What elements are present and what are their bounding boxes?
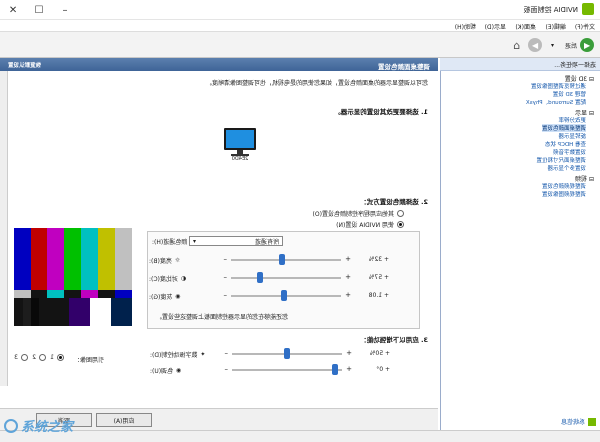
reference-option-2[interactable]: 2 bbox=[32, 354, 46, 361]
tree-item-video-image[interactable]: 调整视频图像设置 bbox=[542, 190, 586, 198]
sun-icon: ☼ bbox=[174, 257, 181, 264]
back-arrow-icon: ◀ bbox=[580, 38, 594, 52]
tree-item-surround[interactable]: 配置 Surround、PhysX bbox=[526, 98, 586, 106]
tree-item-video-color[interactable]: 调整视频颜色设置 bbox=[542, 182, 586, 190]
back-button[interactable]: ◀ 后退 bbox=[565, 37, 594, 53]
vertical-scrollbar[interactable] bbox=[0, 71, 8, 386]
section-2-title: 2. 选择颜色设置方式： bbox=[360, 198, 428, 206]
vibrance-label: 数字振动控制(D): bbox=[150, 352, 198, 359]
contrast-label: 对比度(C): bbox=[149, 276, 178, 283]
brightness-slider[interactable] bbox=[279, 254, 285, 265]
status-bar bbox=[0, 430, 600, 442]
hue-slider[interactable] bbox=[332, 364, 338, 375]
tree-item-resolution[interactable]: 更改分辨率 bbox=[558, 116, 586, 124]
tree-item-desktop-size[interactable]: 调整桌面尺寸和位置 bbox=[536, 156, 586, 164]
forward-arrow-icon: ▶ bbox=[528, 38, 542, 52]
maximize-button[interactable]: ☐ bbox=[26, 0, 52, 20]
gamma-value: + 1.08 bbox=[368, 292, 389, 299]
reference-option-1[interactable]: 1 bbox=[50, 354, 64, 361]
contrast-row: ◐ 对比度(C): + 57% + – bbox=[149, 272, 389, 283]
minimize-button[interactable]: – bbox=[52, 0, 78, 20]
window-title: NVIDIA 控制面板 bbox=[523, 6, 578, 14]
section-1-title: 1. 选择要更改其设置的显示器。 bbox=[334, 108, 428, 116]
intro-text: 您可以调整显示器的桌面颜色设置，如果您使用的是电视机，也可调整图像清晰度。 bbox=[205, 80, 428, 87]
page-title: 调整桌面颜色设置 恢复默认设置 bbox=[0, 58, 438, 71]
color-test-pattern bbox=[14, 228, 132, 326]
brightness-value: + 32% bbox=[368, 256, 389, 263]
toolbar: ◀ 后退 ▾ ▶ ⌂ bbox=[0, 32, 600, 58]
back-label: 后退 bbox=[564, 42, 577, 50]
menu-edit[interactable]: 编辑(E) bbox=[546, 22, 566, 31]
radio-other-apps[interactable]: 其他应用程序控制颜色设置(O) bbox=[313, 209, 404, 218]
vibrance-value: + 50% bbox=[369, 350, 390, 357]
brightness-label: 亮度(B): bbox=[149, 258, 172, 265]
app-window: NVIDIA 控制面板 – ☐ ✕ 文件(F) 编辑(E) 桌面(K) 显示(D… bbox=[0, 0, 600, 442]
brightness-track[interactable] bbox=[231, 259, 341, 261]
tree-item-multi-display[interactable]: 设置多个显示器 bbox=[547, 164, 586, 172]
back-dropdown[interactable]: ▾ bbox=[551, 37, 554, 53]
apply-button[interactable]: 应用(A) bbox=[96, 413, 152, 427]
contrast-icon: ◐ bbox=[180, 275, 187, 282]
radio-other-dot bbox=[397, 210, 404, 217]
hue-icon: ◉ bbox=[176, 367, 182, 374]
contrast-slider[interactable] bbox=[257, 272, 263, 283]
menu-desktop[interactable]: 桌面(K) bbox=[515, 22, 536, 31]
brightness-row: ☼ 亮度(B): + 32% + – bbox=[149, 254, 389, 265]
restore-defaults-link[interactable]: 恢复默认设置 bbox=[8, 61, 41, 69]
color-settings-box: 颜色通道(H): 所有通道 ▾ ☼ 亮度(B): + 32% + – ◐ 对比度(C… bbox=[147, 231, 420, 329]
hue-value: + 0° bbox=[376, 366, 390, 373]
main-panel: 调整桌面颜色设置 恢复默认设置 您可以调整显示器的桌面颜色设置，如果您使用的是电… bbox=[0, 58, 438, 430]
gamma-icon: ◉ bbox=[175, 293, 181, 300]
menu-file[interactable]: 文件(F) bbox=[575, 22, 595, 31]
watermark-text: 系统之家 bbox=[21, 420, 74, 435]
home-icon: ⌂ bbox=[513, 38, 520, 52]
hue-track[interactable] bbox=[232, 369, 342, 371]
info-icon bbox=[588, 417, 596, 426]
reference-image-label: 引用图像： bbox=[73, 357, 104, 364]
title-bar: NVIDIA 控制面板 – ☐ ✕ bbox=[0, 0, 600, 20]
gamma-label: 灰度(G): bbox=[149, 294, 173, 301]
tree-item-preview[interactable]: 通过预览调整图像设置 bbox=[531, 82, 586, 90]
tree-item-hdcp[interactable]: 查看 HDCP 状态 bbox=[545, 140, 586, 148]
radio-nvidia-dot bbox=[397, 221, 404, 228]
note-text: 您还能够在您的显示器控制面板上调整这些设置。 bbox=[156, 314, 289, 321]
gamma-slider[interactable] bbox=[281, 290, 287, 301]
chevron-down-icon: ▾ bbox=[193, 237, 197, 245]
tree-item-manage-3d[interactable]: 管理 3D 设置 bbox=[553, 90, 586, 98]
close-button[interactable]: ✕ bbox=[0, 0, 26, 20]
vibrance-slider[interactable] bbox=[284, 348, 290, 359]
hue-label: 色调(U): bbox=[150, 368, 174, 375]
tree-item-audio[interactable]: 设置数字音频 bbox=[553, 148, 586, 156]
hue-row: ◉ 色调(U): + 0° + – bbox=[150, 364, 390, 375]
vibrance-icon: ✦ bbox=[200, 351, 206, 358]
monitor-selector[interactable]: 2E4D0 bbox=[220, 126, 260, 162]
task-pane-title: 选择一项任务... bbox=[440, 58, 600, 71]
watermark-logo: 系统之家 bbox=[4, 416, 73, 435]
watermark-icon bbox=[4, 418, 18, 433]
reference-option-3[interactable]: 3 bbox=[14, 354, 28, 361]
forward-button[interactable]: ▶ bbox=[528, 37, 542, 53]
nvidia-logo-icon bbox=[582, 3, 594, 15]
gamma-row: ◉ 灰度(G): + 1.08 + – bbox=[149, 290, 389, 301]
contrast-track[interactable] bbox=[231, 277, 341, 279]
monitor-label: 2E4D0 bbox=[231, 156, 249, 162]
home-button[interactable]: ⌂ bbox=[513, 37, 520, 53]
contrast-value: + 57% bbox=[368, 274, 389, 281]
menu-bar: 文件(F) 编辑(E) 桌面(K) 显示(D) 帮助(H) bbox=[0, 20, 600, 32]
menu-display[interactable]: 显示(D) bbox=[485, 22, 506, 31]
radio-nvidia-settings[interactable]: 使用 NVIDIA 设置(N) bbox=[336, 220, 404, 229]
system-info-link[interactable]: 系统信息 bbox=[561, 417, 596, 426]
vibrance-row: ✦ 数字振动控制(D): + 50% + – bbox=[150, 348, 390, 359]
menu-help[interactable]: 帮助(H) bbox=[455, 22, 476, 31]
section-3-title: 3. 应用以下增强功能： bbox=[360, 336, 428, 344]
task-pane: 选择一项任务... ⊟ 3D 设置 通过预览调整图像设置 管理 3D 设置 配置… bbox=[440, 58, 600, 430]
tree-item-rotate[interactable]: 旋转显示器 bbox=[558, 132, 586, 140]
tree-item-desktop-color[interactable]: 调整桌面颜色设置 bbox=[541, 124, 586, 132]
channel-dropdown[interactable]: 所有通道 ▾ bbox=[189, 236, 283, 246]
